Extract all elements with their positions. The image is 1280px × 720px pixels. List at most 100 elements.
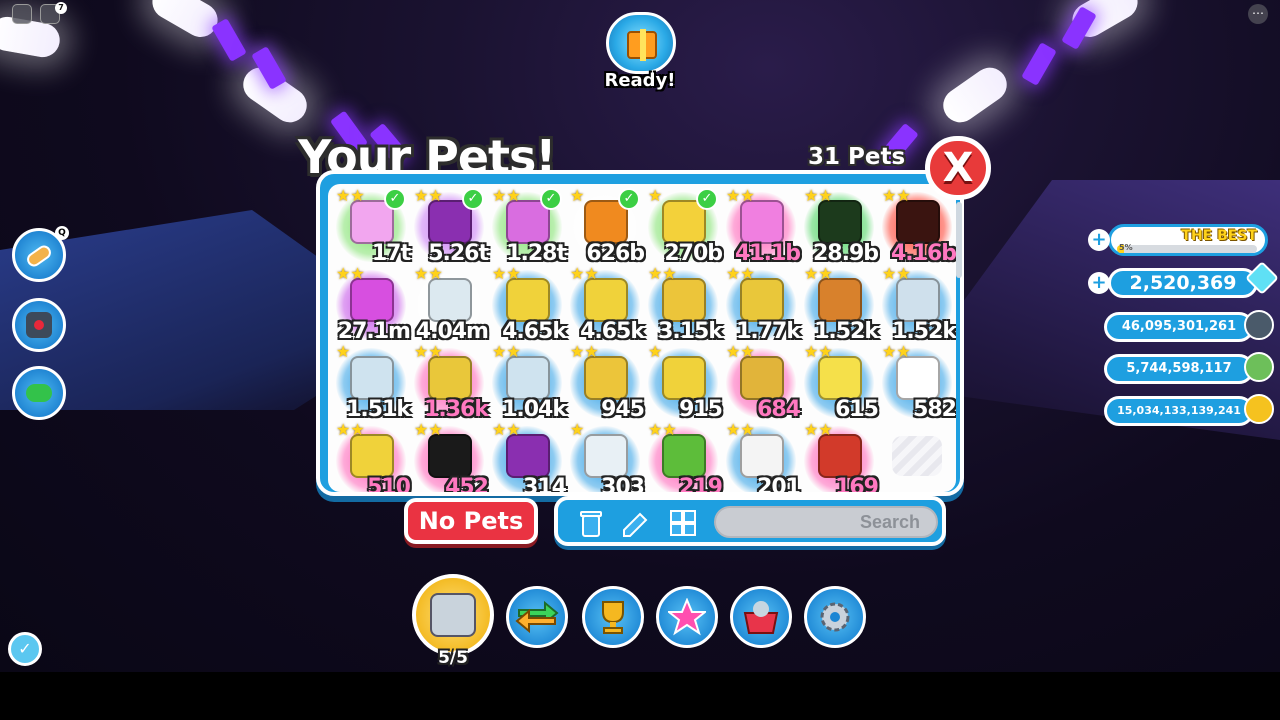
achievements-button[interactable] [582,586,644,648]
empty-pet-slot[interactable] [878,420,956,492]
pet-slot[interactable]: ★ 1.51k [332,342,411,422]
pet-slot[interactable]: ★★ 510 [332,420,411,492]
pet-slot[interactable]: ★★ 314 [488,420,567,492]
pet-icon [896,278,940,322]
pet-slot[interactable]: ★★ 41.1b [722,186,801,266]
pet-slot[interactable]: ★★ ✓ 5.26t [410,186,489,266]
rank-progress[interactable]: THE BEST 5% [1108,224,1268,256]
free-gift-button[interactable] [606,12,676,74]
pet-power-value: 4.65k [502,319,567,344]
buy-diamonds-button[interactable]: + [1088,272,1110,294]
pet-slot[interactable]: ★★ 582 [878,342,956,422]
search-input[interactable]: Search [714,506,938,538]
layout-grid-button[interactable] [668,508,698,538]
equipped-check-icon: ✓ [618,188,640,210]
pet-slot[interactable]: ★★ 4.04m [410,264,489,344]
pet-stars: ★★ [882,186,911,205]
pet-slot[interactable]: ★★ 452 [410,420,489,492]
pet-slot[interactable]: ★★ 27.1m [332,264,411,344]
pet-slot[interactable]: ★★ 1.77k [722,264,801,344]
pet-power-value: 314 [523,475,567,492]
pet-stars: ★★ [492,264,521,283]
pet-power-value: 1.36k [424,397,489,422]
pet-slot[interactable]: ★★ 684 [722,342,801,422]
trash-icon [580,511,602,537]
pet-stars: ★★ [648,420,677,439]
pet-power-value: 270b [664,241,723,266]
pet-stars: ★★ [726,342,755,361]
pet-slot[interactable]: ★ ✓ 270b [644,186,723,266]
auto-clicker-button[interactable] [12,298,66,352]
item-bandage-icon [24,242,54,270]
coin-a-counter: 46,095,301,261 [1104,312,1254,342]
pet-icon [428,356,472,400]
pet-power-value: 510 [367,475,411,492]
pet-slot[interactable]: ★★ 4.65k [488,264,567,344]
pet-icon [584,434,628,478]
pet-icon [740,200,784,244]
pet-slot[interactable]: ★★ 1.04k [488,342,567,422]
pet-icon [818,356,862,400]
rank-label: THE BEST [1181,228,1257,244]
pet-slot[interactable]: ★★ 219 [644,420,723,492]
pet-slot[interactable]: ★★ 1.36k [410,342,489,422]
pet-stars: ★★ [804,264,833,283]
pet-icon [350,434,394,478]
pet-power-value: 1.04k [502,397,567,422]
pet-grid-container: ★★ ✓ 17t ★★ ✓ 5.26t ★★ ✓ 1.28t ★ ✓ 626b ★ ✓ 270b ★★ 41.1… [328,184,956,492]
pet-icon [428,278,472,322]
pet-slot[interactable]: ★★ 945 [566,342,645,422]
hotkey-q: Q [55,226,69,240]
pet-power-value: 303 [601,475,645,492]
pet-stars: ★★ [414,186,443,205]
rank-plus-button[interactable]: + [1088,229,1110,251]
pet-stars: ★★ [882,342,911,361]
pet-icon [662,356,706,400]
rename-button[interactable] [620,508,650,538]
shop-button[interactable] [730,586,792,648]
pet-stars: ★★ [648,264,677,283]
pet-icon [818,434,862,478]
pet-slot[interactable]: ★★ ✓ 1.28t [488,186,567,266]
pet-slot[interactable]: ★★ 169 [800,420,879,492]
pet-stars: ★★ [336,186,365,205]
pet-slot[interactable]: ★★ 201 [722,420,801,492]
pet-slot[interactable]: ★★ 4.65k [566,264,645,344]
inventory-scrollbar[interactable] [956,202,962,278]
settings-button[interactable] [804,586,866,648]
pet-icon [506,278,550,322]
more-options-button[interactable]: ⋯ [1248,4,1268,24]
pet-slot[interactable]: ★★ 28.9b [800,186,879,266]
pets-icon [430,593,476,637]
unequip-all-button[interactable]: No Pets [404,498,538,544]
pets-hotbar-button[interactable] [412,574,494,656]
pet-power-value: 4.16b [890,241,956,266]
rewards-button[interactable] [656,586,718,648]
pet-power-value: 169 [835,475,879,492]
pet-slot[interactable]: ★ 303 [566,420,645,492]
pet-power-value: 452 [445,475,489,492]
pet-stars: ★★ [804,186,833,205]
pet-slot[interactable]: ★★ ✓ 17t [332,186,411,266]
pet-slot[interactable]: ★★ 1.52k [800,264,879,344]
pet-slot[interactable]: ★★ 3.15k [644,264,723,344]
settings-gear-icon [820,602,850,632]
eco-button[interactable] [12,366,66,420]
pet-power-value: 41.1b [734,241,801,266]
trade-button[interactable] [506,586,568,648]
roblox-menu-button[interactable] [12,4,32,24]
pet-power-value: 582 [913,397,956,422]
pet-power-value: 1.51k [346,397,411,422]
pet-slot[interactable]: ★★ 615 [800,342,879,422]
rank-bar [1117,245,1257,253]
verified-check-button[interactable]: ✓ [8,632,42,666]
pet-slot[interactable]: ★★ 1.52k [878,264,956,344]
pet-slot[interactable]: ★ ✓ 626b [566,186,645,266]
pet-icon [662,434,706,478]
pet-stars: ★★ [804,420,833,439]
close-button[interactable]: X [925,136,991,200]
pet-power-value: 3.15k [658,319,723,344]
delete-button[interactable] [576,508,606,538]
pet-icon [818,278,862,322]
pet-slot[interactable]: ★ 915 [644,342,723,422]
